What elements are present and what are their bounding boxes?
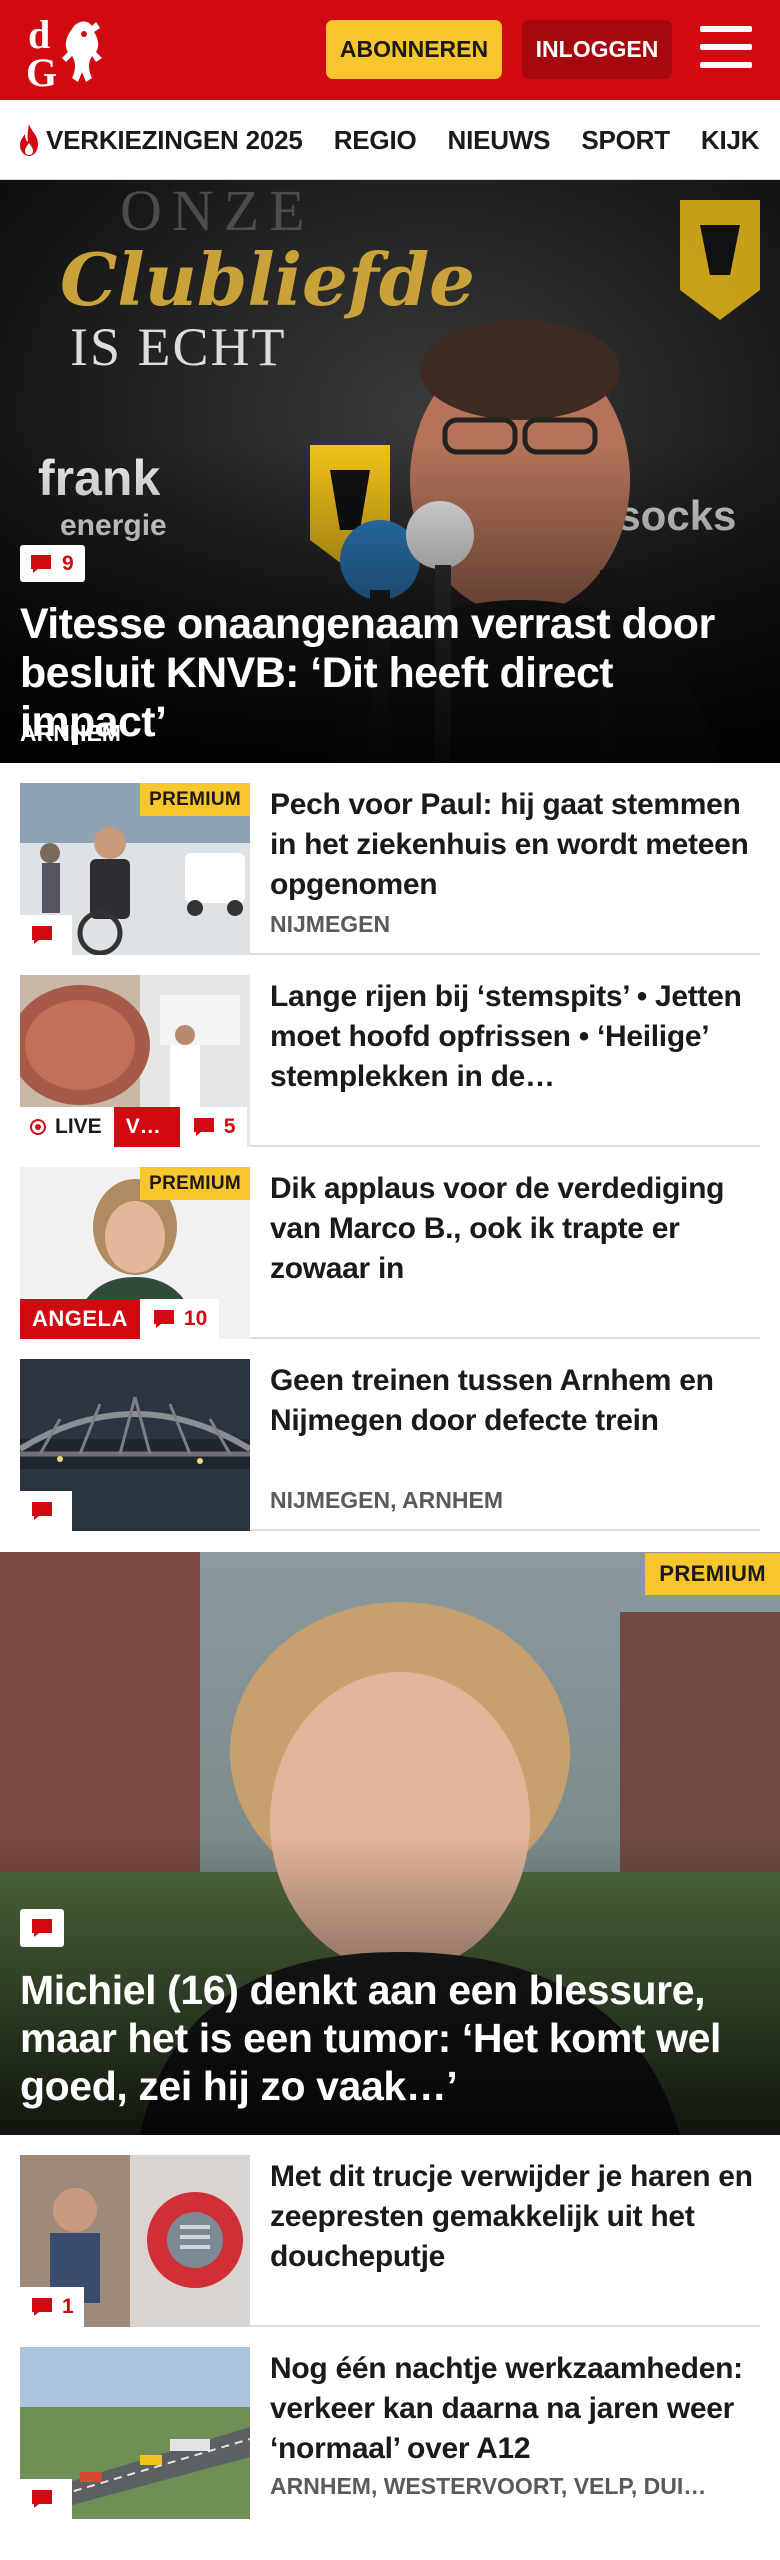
- author-badge-group: ANGELA 10: [20, 1299, 220, 1339]
- premium-badge: PREMIUM: [140, 1167, 250, 1200]
- hamburger-menu-icon[interactable]: [700, 24, 752, 70]
- comment-count-badge[interactable]: 9: [20, 545, 85, 582]
- premium-badge: PREMIUM: [140, 783, 250, 816]
- article-region: ARNHEM, WESTERVOORT, VELP, DUI…: [270, 2473, 707, 2499]
- nav-item-sport[interactable]: SPORT: [581, 125, 670, 156]
- hero-title[interactable]: Vitesse onaangenaam verrast door besluit…: [20, 600, 770, 747]
- hero-article[interactable]: ONZE Clubliefde IS ECHT frank energie ol…: [0, 180, 780, 763]
- top-bar: d G ABONNEREN INLOGGEN: [0, 0, 780, 100]
- article-title[interactable]: Met dit trucje verwijder je haren en zee…: [270, 2157, 760, 2277]
- article-region: NIJMEGEN, ARNHEM: [270, 1487, 503, 1513]
- flame-icon: [20, 124, 38, 156]
- comment-icon: [32, 2298, 52, 2316]
- comment-count: 5: [223, 1115, 236, 1138]
- nav-item-label: VERKIEZINGEN 2025: [46, 124, 303, 155]
- article-thumbnail: 1: [20, 2155, 250, 2327]
- logo-icon[interactable]: d G: [22, 12, 118, 90]
- author-tag: ANGELA: [20, 1299, 140, 1339]
- comment-count-badge[interactable]: 1: [20, 2287, 84, 2327]
- subscribe-button[interactable]: ABONNEREN: [326, 20, 502, 79]
- article-title[interactable]: Dik applaus voor de verdediging van Marc…: [270, 1169, 760, 1289]
- article-row[interactable]: PREMIUM Pech voor Paul: hij gaat stemmen…: [20, 763, 760, 955]
- section-nav: VERKIEZINGEN 2025 REGIO NIEUWS SPORT KIJ…: [0, 100, 780, 180]
- live-category-tag: V…: [113, 1107, 180, 1147]
- nav-item-kijk[interactable]: KIJK: [701, 125, 760, 156]
- comment-count-badge[interactable]: [20, 1491, 72, 1531]
- comment-count-badge[interactable]: [20, 2479, 72, 2519]
- article-row[interactable]: 1 Met dit trucje verwijder je haren en z…: [20, 2135, 760, 2327]
- live-badge-group: LIVE V… 5: [20, 1107, 248, 1147]
- comment-count-badge[interactable]: [20, 1909, 64, 1947]
- comment-count-badge[interactable]: [20, 915, 72, 955]
- article-title[interactable]: Pech voor Paul: hij gaat stemmen in het …: [270, 785, 760, 905]
- live-label: LIVE: [55, 1115, 102, 1138]
- comment-icon: [32, 1919, 52, 1937]
- comment-icon: [32, 926, 52, 944]
- comment-count: 1: [62, 2295, 74, 2318]
- article-row[interactable]: Nog één nachtje werkzaamhe­den: verkeer …: [20, 2327, 760, 2560]
- article-thumbnail: [20, 2347, 250, 2519]
- nav-item-verkiezingen[interactable]: VERKIEZINGEN 2025: [16, 123, 303, 157]
- nav-item-nieuws[interactable]: NIEUWS: [448, 125, 551, 156]
- article-row[interactable]: Geen treinen tussen Arnhem en Nijmegen d…: [20, 1339, 760, 1531]
- article-thumbnail: PREMIUM ANGELA 10: [20, 1167, 250, 1339]
- live-badge: LIVE: [20, 1107, 114, 1147]
- article-row[interactable]: LIVE V… 5 Lange rijen bij ‘stemspits’ • …: [20, 955, 760, 1147]
- comment-icon: [32, 1502, 52, 1520]
- featured-title[interactable]: Michiel (16) denkt aan een blessure, maa…: [20, 1966, 760, 2110]
- article-row[interactable]: PREMIUM ANGELA 10 Dik applaus voor de ve…: [20, 1147, 760, 1339]
- article-title[interactable]: Nog één nachtje werkzaamhe­den: verkeer …: [270, 2349, 760, 2469]
- article-title[interactable]: Lange rijen bij ‘stemspits’ • Jetten moe…: [270, 977, 760, 1097]
- comment-count-badge[interactable]: 5: [179, 1107, 248, 1147]
- article-thumbnail: PREMIUM: [20, 783, 250, 955]
- comment-icon: [153, 1310, 174, 1328]
- nav-item-regio[interactable]: REGIO: [334, 125, 417, 156]
- live-indicator-icon: [30, 1119, 46, 1135]
- hero-image-text: ONZE: [120, 180, 315, 243]
- svg-text:G: G: [26, 50, 57, 90]
- hero-image-text: IS ECHT: [70, 317, 287, 377]
- comment-count-badge[interactable]: 10: [139, 1299, 220, 1339]
- comment-icon: [31, 554, 51, 573]
- premium-badge: PREMIUM: [645, 1553, 780, 1595]
- article-thumbnail: [20, 1359, 250, 1531]
- login-button[interactable]: INLOGGEN: [522, 20, 672, 79]
- hero-image-text: Clubliefde: [60, 237, 475, 322]
- featured-article[interactable]: PREMIUM Michiel (16) denkt aan een bless…: [0, 1552, 780, 2135]
- article-region: NIJMEGEN: [270, 911, 391, 937]
- comment-icon: [193, 1118, 214, 1136]
- comment-count: 9: [62, 551, 74, 575]
- comment-icon: [32, 2490, 52, 2508]
- article-title[interactable]: Geen treinen tussen Arnhem en Nijmegen d…: [270, 1361, 760, 1441]
- comment-count: 10: [183, 1307, 208, 1330]
- article-thumbnail: LIVE V… 5: [20, 975, 250, 1147]
- hero-region: ARNHEM: [20, 720, 121, 746]
